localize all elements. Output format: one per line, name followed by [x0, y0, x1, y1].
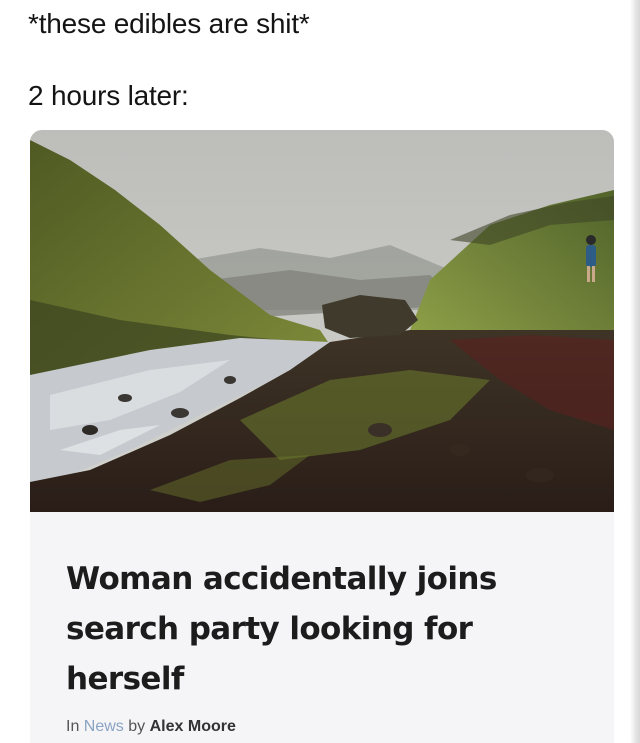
author-name[interactable]: Alex Moore [150, 718, 236, 735]
byline-in-label: In [66, 718, 80, 735]
page-edge-shadow [630, 0, 640, 743]
article-photo [30, 130, 614, 512]
article-byline: In News by Alex Moore [66, 718, 236, 736]
article-headline[interactable]: Woman accidentally joins search party lo… [66, 554, 586, 704]
meme-caption-later: 2 hours later: [28, 80, 189, 111]
meme-caption-top: *these edibles are shit* [28, 8, 310, 39]
news-article-card[interactable]: Woman accidentally joins search party lo… [30, 130, 614, 743]
category-link[interactable]: News [84, 718, 124, 735]
byline-by-label: by [128, 718, 146, 735]
